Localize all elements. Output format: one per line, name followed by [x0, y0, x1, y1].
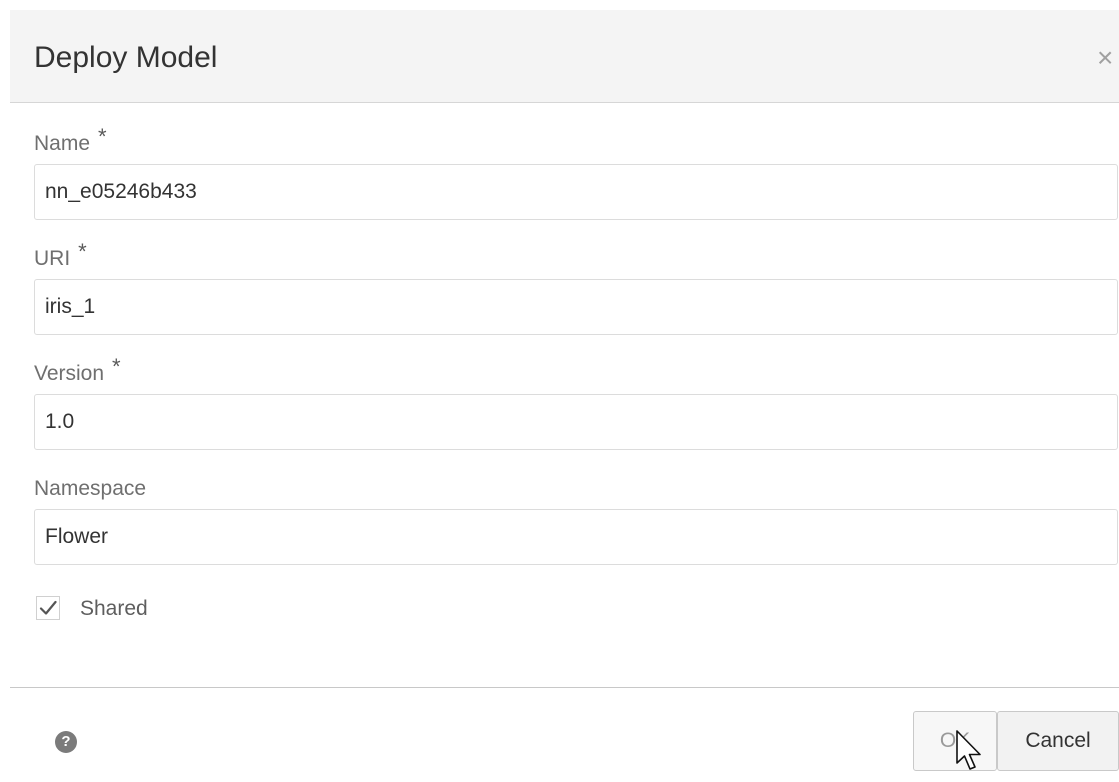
- dialog-header: Deploy Model ×: [10, 10, 1119, 103]
- shared-label[interactable]: Shared: [80, 594, 148, 624]
- version-input[interactable]: [34, 394, 1118, 450]
- version-required-marker: *: [112, 354, 121, 379]
- cancel-button[interactable]: Cancel: [997, 711, 1119, 771]
- namespace-label: Namespace: [34, 475, 146, 503]
- shared-checkbox[interactable]: [36, 596, 60, 620]
- question-circle-icon[interactable]: ?: [55, 731, 77, 753]
- version-label-text: Version: [34, 362, 105, 385]
- namespace-label-text: Namespace: [34, 477, 147, 500]
- version-label: Version *: [34, 354, 121, 388]
- uri-label: URI *: [34, 239, 87, 273]
- name-input[interactable]: [34, 164, 1118, 220]
- name-required-marker: *: [98, 124, 107, 149]
- name-label: Name *: [34, 124, 107, 158]
- namespace-input[interactable]: [34, 509, 1118, 565]
- footer-divider: [10, 687, 1119, 688]
- uri-input[interactable]: [34, 279, 1118, 335]
- close-icon[interactable]: ×: [1097, 40, 1113, 76]
- checkmark-icon: [39, 600, 57, 615]
- dialog-title: Deploy Model: [34, 41, 218, 74]
- uri-required-marker: *: [78, 239, 87, 264]
- deploy-model-dialog: Deploy Model × Name * URI * Version * Names…: [10, 10, 1119, 782]
- name-label-text: Name: [34, 132, 91, 155]
- ok-button[interactable]: OK: [913, 711, 997, 771]
- uri-label-text: URI: [34, 247, 71, 270]
